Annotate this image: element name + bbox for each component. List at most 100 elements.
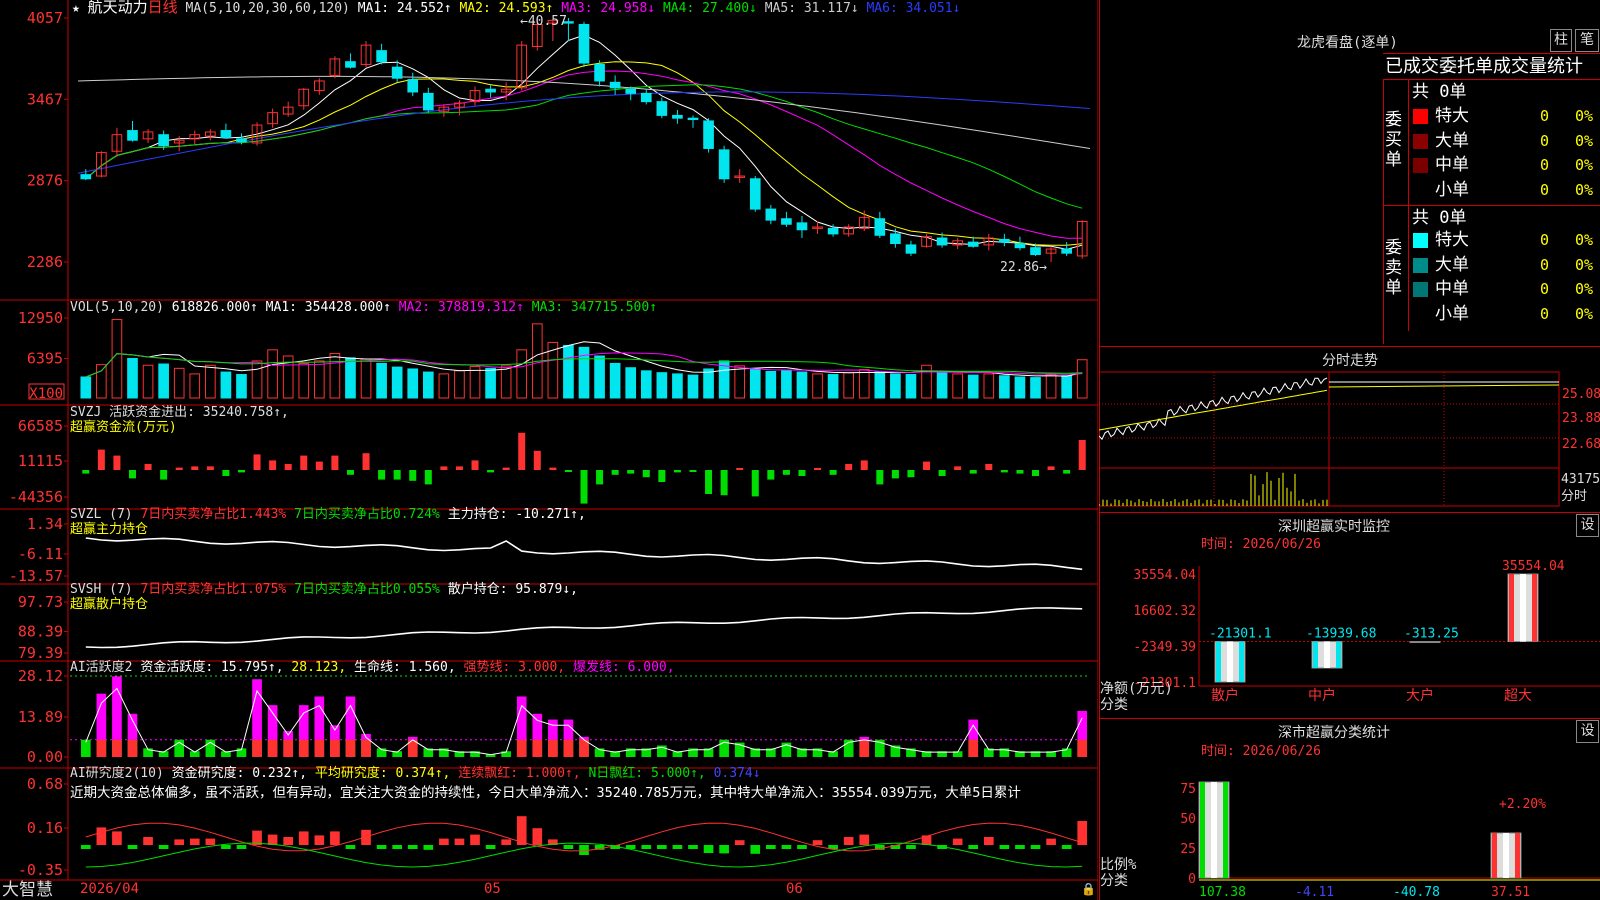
svzj-bar-41 <box>720 470 728 496</box>
sz-class-xlabel: 分类 <box>1100 873 1128 889</box>
ma-value-5: MA5: 31.117↓ <box>756 1 859 16</box>
monitor-value-3: 35554.04 <box>1502 559 1565 574</box>
ai1-activity: 资金活跃度: 15.795↑, <box>140 660 284 675</box>
sz-class-ylabel: 比例% <box>1100 857 1137 873</box>
stock-name[interactable]: 航天动力 <box>88 0 148 16</box>
svzj-bar-26 <box>487 470 495 473</box>
buy-row-count-3: 0 <box>1540 180 1550 199</box>
svzj-bar-59 <box>1000 470 1008 473</box>
vol-bar-25 <box>469 365 481 399</box>
monitor-bar-edge-r-3 <box>1532 574 1537 642</box>
sz-class-settings-button[interactable]: 设 <box>1576 720 1599 743</box>
vol-bar-60 <box>1014 376 1026 399</box>
vol-bar-45 <box>781 369 792 399</box>
ai2-bar-60 <box>1015 845 1025 849</box>
vol-ma-value-3: MA3: 347715.500↑ <box>523 300 658 315</box>
candle-body-46 <box>796 222 808 231</box>
monitor-ytick-0: 35554.04 <box>1133 568 1196 583</box>
app-logo[interactable]: 大智慧 <box>2 880 53 900</box>
svzl-line <box>85 537 1083 571</box>
sell-row-pct-2: 0% <box>1575 280 1594 298</box>
buy-orders-label: 委买单 <box>1385 110 1402 170</box>
svzj-bar-19 <box>378 470 386 480</box>
ai1-bar-mid-13 <box>283 739 294 757</box>
ai2-ndays: N日飘红: 5.000↑, <box>588 766 706 781</box>
svzj-bar-28 <box>518 432 526 470</box>
vol-bar-20 <box>391 366 403 399</box>
class-ytick-0: 75 <box>1180 782 1196 797</box>
bar-view-button[interactable]: 柱 <box>1550 29 1572 52</box>
ai2-bar-61 <box>1030 845 1041 849</box>
monitor-bar-2 <box>1409 641 1441 644</box>
sz-monitor-ylabel: 净额(万元) <box>1100 681 1173 697</box>
lock-icon[interactable]: 🔒 <box>1081 882 1096 896</box>
ai2-bar-56 <box>952 838 963 845</box>
ai2-bar-39 <box>688 845 698 849</box>
monitor-cat-0: 散户 <box>1211 687 1239 704</box>
ai1-title: AI活跃度2 <box>70 660 133 675</box>
vol-bar-11 <box>251 360 263 399</box>
candle-body-9 <box>220 130 232 138</box>
buy-row-name-0: 特大 <box>1435 106 1469 126</box>
sz-class-time: 时间: 2026/06/26 <box>1201 744 1321 759</box>
svzj-bar-38 <box>673 470 681 473</box>
vol-bar-4 <box>142 364 154 399</box>
ai2-bar-50 <box>859 834 870 845</box>
ai1-bar-mid-11 <box>252 739 262 757</box>
ai2-ytick-1: 0.16 <box>27 819 63 837</box>
candle-body-10 <box>236 138 247 143</box>
ai1-value: 28.123, <box>291 660 347 675</box>
candle-body-0 <box>80 174 92 180</box>
ai1-bar-top-12 <box>267 705 278 740</box>
svzj-bar-56 <box>954 466 962 470</box>
sell-swatch-3 <box>1413 306 1428 322</box>
svzj-bar-18 <box>362 453 370 470</box>
sz-monitor-xlabel: 分类 <box>1100 697 1128 713</box>
candle-body-41 <box>718 149 730 180</box>
monitor-cat-3: 超大 <box>1504 688 1532 704</box>
candle-body-35 <box>625 88 637 94</box>
sell-row-count-2: 0 <box>1540 280 1550 298</box>
sell-orders-label: 委卖单 <box>1385 238 1402 298</box>
vol-header: VOL(5,10,20) 618826.000↑ MA1: 354428.000… <box>70 300 657 315</box>
svzj-bar-62 <box>1047 466 1055 470</box>
svzj-bar-21 <box>409 470 417 481</box>
ai2-bar-42 <box>734 840 745 845</box>
vol-bar-39 <box>687 374 699 399</box>
monitor-cat-1: 中户 <box>1308 687 1336 704</box>
ai2-bar-27 <box>501 839 511 845</box>
candle-body-3 <box>127 130 138 141</box>
ai1-bar-top-30 <box>548 719 558 740</box>
candle-body-20 <box>391 66 403 79</box>
ai2-bar-41 <box>719 845 729 854</box>
svsh-ratio-b: 7日内买卖净占比0.055% <box>294 582 440 597</box>
buy-swatch-0 <box>1413 109 1428 124</box>
svzj-bar-52 <box>891 470 899 479</box>
ai1-bar-mid-14 <box>298 739 309 757</box>
ai1-bar-top-16 <box>330 725 340 740</box>
ai1-bar-mid-30 <box>548 739 558 757</box>
tick-view-button[interactable]: 笔 <box>1575 29 1599 52</box>
vol-bar-63 <box>1061 375 1072 399</box>
candle-body-59 <box>999 238 1010 243</box>
sell-row-count-1: 0 <box>1540 255 1550 274</box>
svzj-bar-49 <box>845 464 853 470</box>
sz-monitor-settings-button[interactable]: 设 <box>1576 514 1599 537</box>
monitor-cat-2: 大户 <box>1406 687 1434 704</box>
candle-body-45 <box>781 218 792 225</box>
sell-row-count-3: 0 <box>1540 304 1550 323</box>
period-label[interactable]: 日线 <box>148 0 178 16</box>
buy-swatch-1 <box>1413 133 1428 149</box>
ai2-extra: 0.374↓ <box>713 766 761 781</box>
dragon-title: 龙虎看盘(逐单) <box>1297 35 1398 51</box>
main-chart-area[interactable]: 4057 3467 2876 2286 12950 6395 X100 66585 11115 -… <box>0 0 1098 900</box>
intraday-chart[interactable]: 25.08 23.88 22.68 43175 分时 <box>1099 368 1600 510</box>
svzj-bar-55 <box>938 470 946 476</box>
vol-bar-0 <box>80 376 92 399</box>
ai2-bar-37 <box>657 845 667 849</box>
vol-bar-48 <box>827 374 839 399</box>
vol-ma-value-1: MA1: 354428.000↑ <box>265 300 391 315</box>
svzj-bar-46 <box>798 470 806 476</box>
ai2-bar-19 <box>376 845 387 849</box>
candle-body-44 <box>765 208 777 221</box>
